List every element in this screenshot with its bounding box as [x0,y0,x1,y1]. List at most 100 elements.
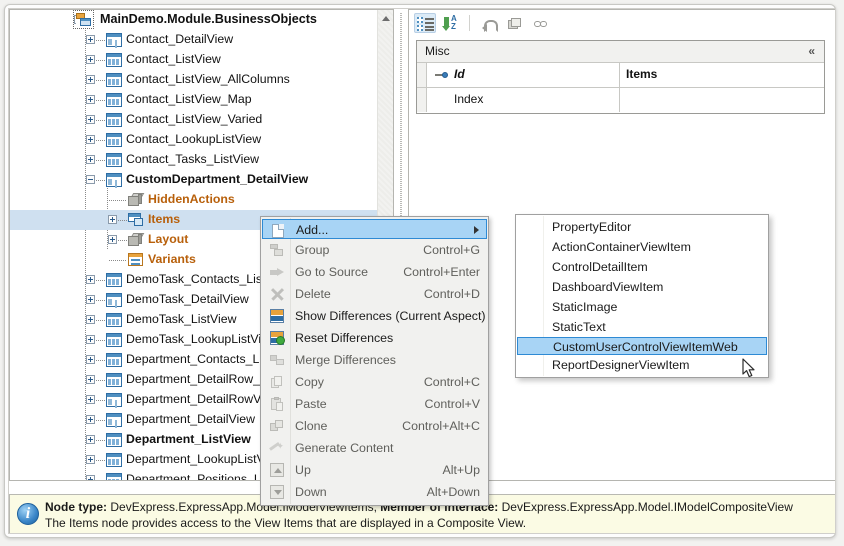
tree-node[interactable]: Contact_ListView [10,50,377,70]
generate-content-icon: ✦ [269,440,285,456]
expander-plus-icon[interactable] [108,235,117,244]
context-menu-item[interactable]: UpAlt+Up [261,459,488,481]
expander-plus-icon[interactable] [86,95,95,104]
listview-icon [106,473,122,480]
menu-item-label: Down [295,485,327,499]
delete-x-icon [269,286,285,302]
tree-node[interactable]: Contact_ListView_Map [10,90,377,110]
listview-icon [106,353,122,367]
expander-plus-icon[interactable] [86,55,95,64]
submenu-item[interactable]: ControlDetailItem [516,257,768,277]
context-menu-item[interactable]: CopyControl+C [261,371,488,393]
submenu-item-label: ActionContainerViewItem [552,240,691,254]
menu-item-label: Add... [296,223,328,237]
property-row-index[interactable]: Index [417,88,824,112]
property-value-cell[interactable] [620,88,824,112]
merge-differences-icon [269,352,285,368]
alphabetical-button[interactable]: AZ [440,13,462,33]
expander-plus-icon[interactable] [86,35,95,44]
key-icon [435,72,448,78]
property-name-cell: Id [427,63,620,87]
expander-plus-icon[interactable] [86,275,95,284]
mouse-cursor [742,358,758,380]
copy-button[interactable] [503,13,525,33]
context-menu[interactable]: Add... GroupControl+GGo to SourceControl+… [260,216,489,506]
expander-plus-icon[interactable] [86,115,95,124]
property-category-header[interactable]: Misc « [417,41,824,63]
tree-node[interactable]: Contact_Tasks_ListView [10,150,377,170]
context-menu-item[interactable]: Reset Differences [261,327,488,349]
submenu-item[interactable]: StaticImage [516,297,768,317]
context-menu-item[interactable]: Add... [262,219,487,239]
expander-plus-icon[interactable] [86,375,95,384]
expander-plus-icon[interactable] [86,355,95,364]
expander-plus-icon[interactable] [86,475,95,480]
context-menu-item[interactable]: DownAlt+Down [261,481,488,503]
reset-differences-icon [269,330,285,346]
submenu-item[interactable]: StaticText [516,317,768,337]
expander-plus-icon[interactable] [86,295,95,304]
expander-plus-icon[interactable] [86,455,95,464]
tree-root-node[interactable]: MainDemo.Module.BusinessObjects [10,10,377,30]
submenu-item[interactable]: PropertyEditor [516,217,768,237]
context-menu-item[interactable]: Go to SourceControl+Enter [261,261,488,283]
property-value-cell[interactable]: Items [620,63,824,87]
expander-plus-icon[interactable] [86,415,95,424]
tree-node[interactable]: CustomDepartment_DetailView [10,170,377,190]
context-menu-item[interactable]: Merge Differences [261,349,488,371]
expander-minus-icon[interactable] [86,175,95,184]
scroll-up-arrow-icon[interactable] [382,16,390,21]
row-gutter [417,63,427,87]
context-menu-item[interactable]: CloneControl+Alt+C [261,415,488,437]
submenu-item-label: DashboardViewItem [552,280,663,294]
listview-icon [106,373,122,387]
property-grid[interactable]: Misc « Id Items Index [416,40,825,114]
menu-item-shortcut: Control+V [425,393,480,415]
cube-icon [128,193,142,206]
expander-plus-icon[interactable] [86,315,95,324]
tree-node[interactable]: HiddenActions [10,190,377,210]
copy-icon [269,374,285,390]
submenu-item[interactable]: DashboardViewItem [516,277,768,297]
expander-plus-icon[interactable] [86,135,95,144]
submenu-item[interactable]: CustomUserControlViewItemWeb [517,337,767,355]
tree-node[interactable]: Contact_LookupListView [10,130,377,150]
collapse-chevron-icon[interactable]: « [808,45,815,57]
context-menu-item[interactable]: ✦ Generate Content [261,437,488,459]
expander-plus-icon[interactable] [86,395,95,404]
context-menu-item[interactable]: Show Differences (Current Aspect) [261,305,488,327]
expander-plus-icon[interactable] [86,155,95,164]
app-window: MainDemo.Module.BusinessObjectsContact_D… [0,0,844,546]
detailview-icon [106,413,122,427]
listview-icon [106,73,122,87]
reset-button[interactable] [477,13,499,33]
tree-node[interactable]: Contact_ListView_AllColumns [10,70,377,90]
categorized-button[interactable] [414,13,436,33]
tree-node[interactable]: Contact_ListView_Varied [10,110,377,130]
property-row-id[interactable]: Id Items [417,63,824,88]
listview-icon [106,313,122,327]
menu-item-label: Copy [295,375,324,389]
context-menu-item[interactable]: DeleteControl+D [261,283,488,305]
menu-item-shortcut: Control+G [423,239,480,261]
detailview-icon [106,173,122,187]
expander-plus-icon[interactable] [86,75,95,84]
context-menu-item[interactable]: PasteControl+V [261,393,488,415]
tree-node[interactable]: Contact_DetailView [10,30,377,50]
menu-item-label: Generate Content [295,441,394,455]
submenu-item[interactable]: ReportDesignerViewItem [516,355,768,375]
submenu-item[interactable]: ActionContainerViewItem [516,237,768,257]
listview-icon [106,93,122,107]
link-button[interactable] [529,13,551,33]
add-page-icon [271,223,287,239]
paste-icon [269,396,285,412]
expander-plus-icon[interactable] [86,335,95,344]
go-to-source-icon [269,264,285,280]
expander-plus-icon[interactable] [86,435,95,444]
expander-plus-icon[interactable] [108,215,117,224]
items-icon [128,213,143,226]
add-submenu[interactable]: PropertyEditor ActionContainerViewItem Con… [515,214,769,378]
context-menu-item[interactable]: GroupControl+G [261,239,488,261]
window-client-area: MainDemo.Module.BusinessObjectsContact_D… [8,8,836,534]
listview-icon [106,273,122,287]
